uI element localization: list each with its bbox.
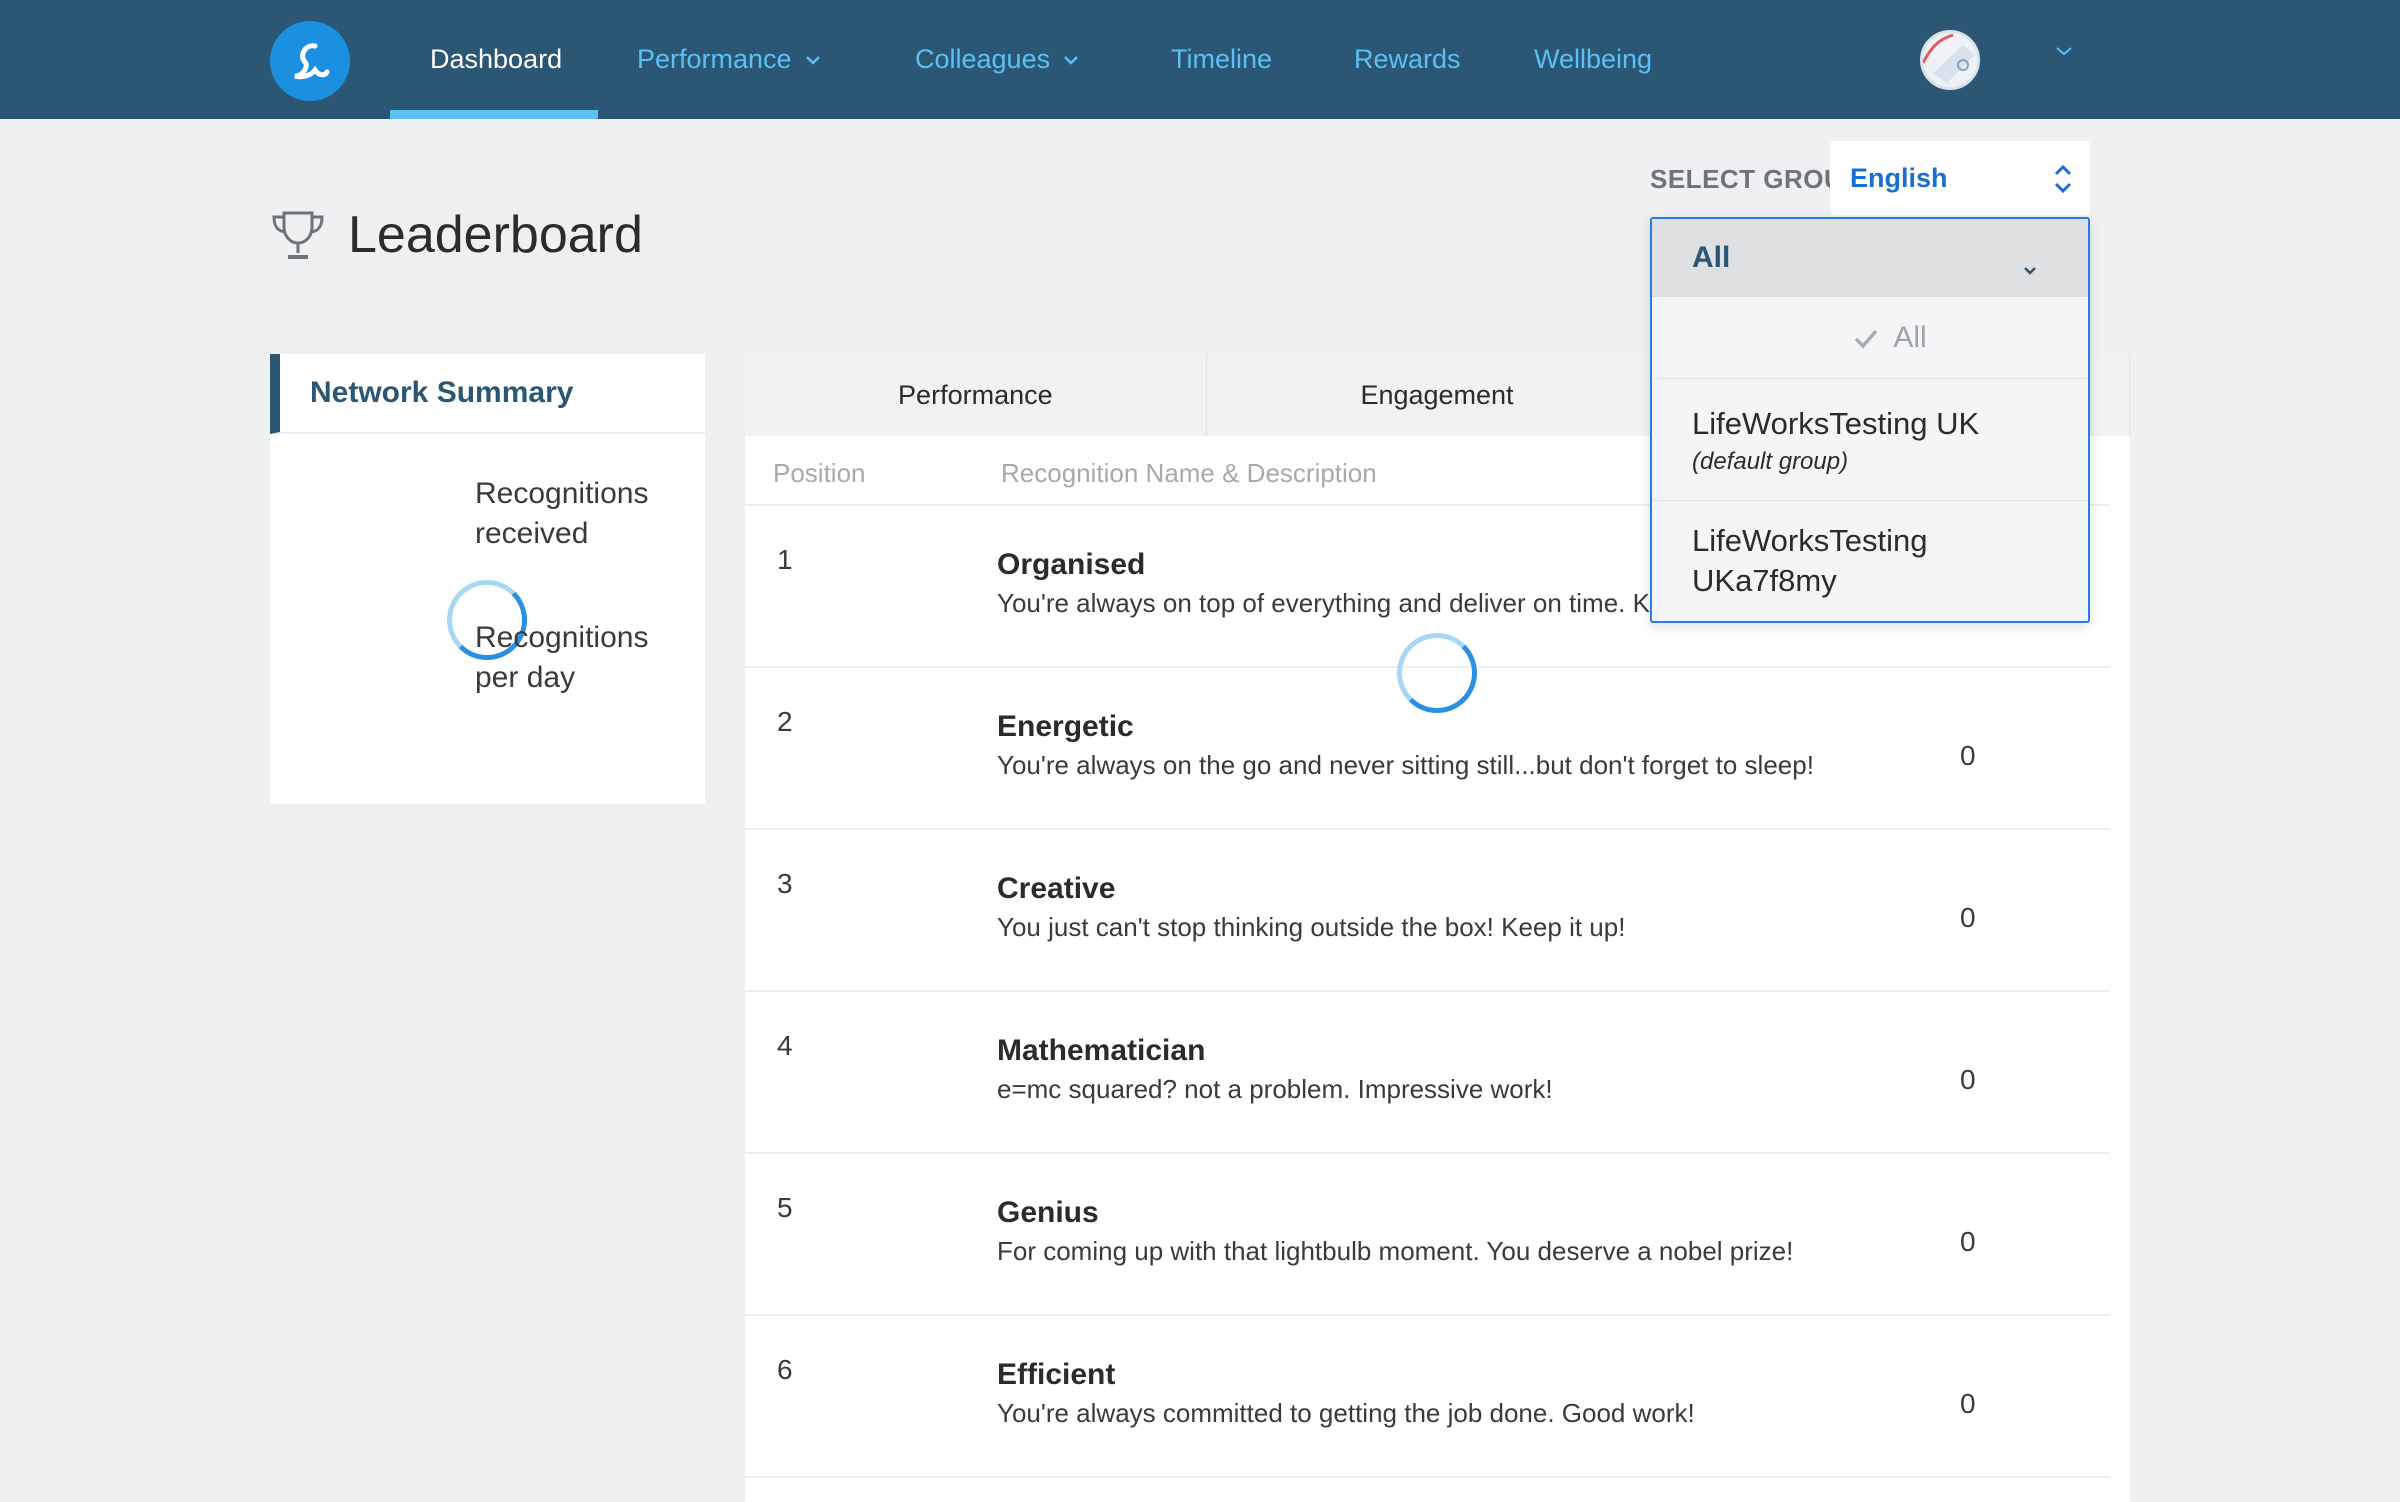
table-row[interactable]: 5 Genius For coming up with that lightbu… (745, 1154, 2110, 1316)
row-recognition-name: Organised (997, 548, 1146, 581)
row-recognition-name: Energetic (997, 710, 1134, 743)
nav-dashboard[interactable]: Dashboard (430, 0, 562, 119)
nav-timeline[interactable]: Timeline (1171, 0, 1272, 119)
row-count: 0 (1960, 740, 1976, 771)
nav-performance[interactable]: Performance (637, 0, 822, 119)
nav-performance-label: Performance (637, 44, 792, 74)
nav-rewards-label: Rewards (1354, 44, 1461, 74)
row-position: 6 (777, 1354, 793, 1385)
row-recognition-description: You're always on the go and never sittin… (997, 750, 1814, 780)
nav-colleagues-label: Colleagues (915, 44, 1051, 74)
row-position: 3 (777, 868, 793, 899)
user-avatar[interactable] (1920, 30, 1980, 90)
row-recognition-description: You're always committed to getting the j… (997, 1398, 1695, 1428)
row-count: 0 (1960, 1388, 1976, 1419)
group-dropdown-current: All (1692, 241, 1731, 274)
row-recognition-name: Genius (997, 1196, 1099, 1229)
lifeworks-logo-icon[interactable] (270, 21, 350, 101)
row-recognition-name: Efficient (997, 1358, 1116, 1391)
row-count: 0 (1960, 1064, 1976, 1095)
page-title-text: Leaderboard (348, 206, 643, 264)
group-option-label: LifeWorksTesting UK (1692, 405, 1980, 441)
language-select-value: English (1850, 162, 1948, 193)
network-summary-card: Network Summary Recognitions received Re… (270, 354, 705, 804)
row-recognition-description: e=mc squared? not a problem. Impressive … (997, 1074, 1553, 1104)
row-position: 1 (777, 544, 793, 575)
table-row[interactable]: 4 Mathematician e=mc squared? not a prob… (745, 992, 2110, 1154)
group-dropdown[interactable]: All All LifeWorksTesting UK (default gro… (1650, 217, 2090, 623)
group-option-all[interactable]: All (1652, 297, 2088, 379)
tab-engagement[interactable]: Engagement (1207, 354, 1669, 436)
chevron-down-icon (804, 54, 822, 66)
nav-colleagues[interactable]: Colleagues (915, 0, 1080, 119)
page-title: Leaderboard (268, 200, 643, 270)
group-option-sublabel: (default group) (1692, 447, 1849, 475)
chevron-down-icon (1062, 54, 1080, 66)
nav-wellbeing-label: Wellbeing (1534, 44, 1653, 74)
row-count: 0 (1960, 1226, 1976, 1257)
group-dropdown-toggle[interactable]: All (1652, 219, 2088, 297)
recognitions-per-day-label: Recognitions per day (475, 621, 649, 694)
trophy-icon (272, 211, 324, 259)
nav-timeline-label: Timeline (1171, 44, 1273, 74)
tab-performance[interactable]: Performance (745, 354, 1207, 436)
row-position: 2 (777, 706, 793, 737)
column-header-name: Recognition Name & Description (1001, 458, 1377, 488)
user-menu-chevron-down-icon[interactable] (2054, 44, 2074, 63)
group-option-lifeworks-uka7f8my[interactable]: LifeWorksTesting UKa7f8my (1652, 501, 2088, 621)
nav-rewards[interactable]: Rewards (1354, 0, 1461, 119)
loading-spinner (1397, 633, 1477, 713)
row-recognition-description: You're always on top of everything and d… (997, 588, 1679, 618)
row-count: 0 (1960, 902, 1976, 933)
row-position: 5 (777, 1192, 793, 1223)
nav-wellbeing[interactable]: Wellbeing (1534, 0, 1652, 119)
chevron-down-icon (2022, 251, 2038, 285)
recognitions-received-label: Recognitions received (475, 477, 649, 550)
table-row[interactable]: 3 Creative You just can't stop thinking … (745, 830, 2110, 992)
group-option-label: LifeWorksTesting UKa7f8my (1692, 523, 1928, 598)
row-recognition-name: Creative (997, 872, 1116, 905)
row-recognition-description: For coming up with that lightbulb moment… (997, 1236, 1794, 1266)
language-select[interactable]: English (1830, 141, 2090, 215)
network-summary-title: Network Summary (270, 354, 705, 434)
table-row[interactable]: 6 Efficient You're always committed to g… (745, 1316, 2110, 1478)
nav-dashboard-label: Dashboard (430, 44, 563, 74)
group-option-label: All (1893, 320, 1927, 354)
check-icon (1853, 327, 1879, 349)
column-header-position: Position (773, 458, 866, 488)
row-recognition-description: You just can't stop thinking outside the… (997, 912, 1626, 942)
group-option-lifeworks-uk[interactable]: LifeWorksTesting UK (default group) (1652, 379, 2088, 501)
top-navigation-bar: Dashboard Performance Colleagues Timelin… (0, 0, 2400, 119)
row-recognition-name: Mathematician (997, 1034, 1206, 1067)
select-arrows-icon (2052, 162, 2074, 203)
nav-active-indicator (390, 110, 598, 119)
row-position: 4 (777, 1030, 793, 1061)
